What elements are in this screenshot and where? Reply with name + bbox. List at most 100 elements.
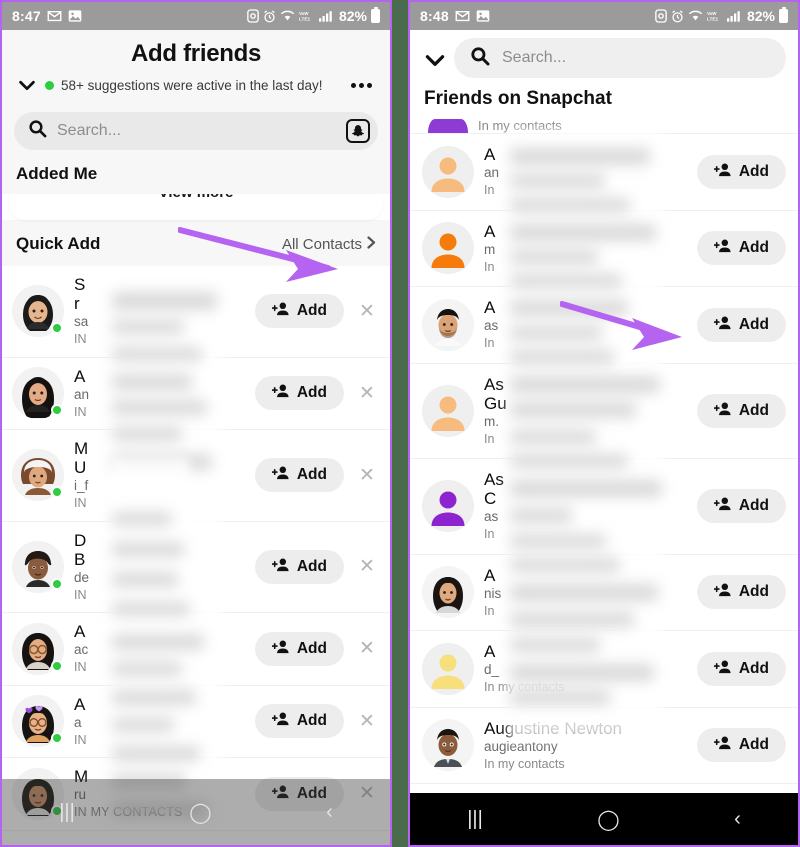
svg-text:VoW: VoW [299,11,309,16]
online-status-dot [51,486,63,499]
contact-name: M [74,767,89,787]
contact-context: In [484,431,495,446]
add-button[interactable]: Add [696,728,786,763]
add-person-icon [713,735,732,755]
search-input[interactable]: Search... [454,38,786,78]
avatar [12,622,64,675]
contact-context: In my contacts [484,680,565,695]
contact-context: IN [74,332,87,347]
online-status-dot [51,577,63,590]
add-button[interactable]: Add [254,549,344,584]
avatar [422,298,474,351]
close-icon[interactable]: ✕ [354,637,380,660]
avatar-purple-icon [422,480,474,533]
volte-lte-icon: VoW LTE1 [299,9,315,23]
list-item[interactable]: A an In Add [410,134,798,211]
three-dots-icon[interactable] [351,82,376,88]
recents-icon[interactable]: ||| [467,808,483,831]
add-button[interactable]: Add [254,376,344,411]
avatar [422,719,474,772]
view-more-label: View more [10,194,382,201]
contact-name: As [484,374,504,394]
add-button[interactable]: Add [254,631,344,666]
add-button[interactable]: Add [696,154,786,189]
contact-context: IN [74,587,87,602]
search-input[interactable]: Search... [14,112,378,150]
section-title: Friends on Snapchat [410,80,798,116]
list-item[interactable]: As Gu m. In Add [410,363,798,460]
contact-username: ru [74,787,87,803]
list-item[interactable]: D B de IN Add ✕ [2,521,390,614]
right-nav-bar: ||| ◯ ‹ [410,793,798,845]
status-time: 8:47 [12,8,41,24]
right-search-header: Search... [410,30,798,80]
avatar [12,285,64,338]
add-button[interactable]: Add [696,231,786,266]
close-icon[interactable]: ✕ [354,555,380,578]
back-icon[interactable]: ‹ [734,808,741,831]
contact-context: In [484,183,495,198]
close-icon[interactable]: ✕ [354,382,380,405]
contact-name: M [74,439,89,459]
friends-list: A an In Add A m In Add A as In Add As Gu… [410,134,798,785]
right-status-bar: 8:48 VoW LTE1 82% [410,2,798,30]
add-button[interactable]: Add [254,704,344,739]
quick-add-label: Quick Add [16,234,101,253]
view-more-card[interactable]: View more [10,194,382,220]
contact-context: IN [74,496,87,511]
add-button[interactable]: Add [254,458,344,493]
add-button[interactable]: Add [696,575,786,610]
contact-context: IN [74,732,87,747]
search-icon [28,119,47,143]
left-app-body: Add friends 58+ suggestions were active … [2,30,390,845]
snapchat-ghost-icon[interactable] [346,119,370,143]
gmail-icon [455,10,470,22]
signal-icon [726,10,741,22]
contact-name-line2: U [74,458,87,478]
list-item[interactable]: As C as In Add [410,459,798,555]
list-item[interactable]: A an IN Add ✕ [2,357,390,431]
contact-username: as [484,509,499,525]
list-item[interactable]: A as In Add [410,287,798,364]
add-button[interactable]: Add [696,307,786,342]
close-icon[interactable]: ✕ [354,300,380,323]
chevron-down-icon[interactable] [422,47,445,69]
list-item[interactable]: A m In Add [410,210,798,287]
add-button[interactable]: Add [696,393,786,428]
contact-context: In [484,259,495,274]
close-icon[interactable]: ✕ [354,710,380,733]
contact-username: augieantony [484,738,558,754]
contact-context: In [484,603,495,618]
contact-username: sa [74,314,89,330]
list-item[interactable]: A ac IN Add ✕ [2,613,390,686]
add-person-icon [271,557,290,577]
contact-username: ac [74,642,89,658]
close-icon[interactable]: ✕ [354,464,380,487]
list-item[interactable]: A a IN Add ✕ [2,685,390,759]
add-person-icon [271,711,290,731]
add-button[interactable]: Add [696,651,786,686]
contact-name: A [74,694,86,714]
list-item[interactable]: M ru IN MY CONTACTS Add ✕ [2,758,390,831]
add-person-icon [271,465,290,485]
partial-list-item[interactable]: In my contacts [410,116,798,134]
add-button[interactable]: Add [696,489,786,524]
chevron-down-icon[interactable] [16,74,38,96]
list-item[interactable]: A nis In Add [410,554,798,632]
list-item[interactable]: S r sa IN Add ✕ [2,266,390,358]
home-icon[interactable]: ◯ [597,807,619,832]
alarm-icon [263,9,276,23]
quick-add-list: S r sa IN Add ✕ A an IN Add ✕ M U i_f IN… [2,266,390,831]
list-item[interactable]: M U i_f IN Add ✕ [2,430,390,522]
add-button-label: Add [296,639,327,657]
avatar-purple-icon [428,119,468,133]
add-button[interactable]: Add [254,776,344,811]
avatar-peach-icon [422,384,474,437]
close-icon[interactable]: ✕ [354,782,380,805]
list-item[interactable]: A d_ In my contacts Add [410,631,798,708]
add-button[interactable]: Add [254,294,344,329]
all-contacts-link[interactable]: All Contacts [282,236,376,253]
add-button-label: Add [738,315,769,333]
contact-context: In my contacts [478,118,562,133]
list-item[interactable]: Augustine Newton augieantony In my conta… [410,707,798,785]
